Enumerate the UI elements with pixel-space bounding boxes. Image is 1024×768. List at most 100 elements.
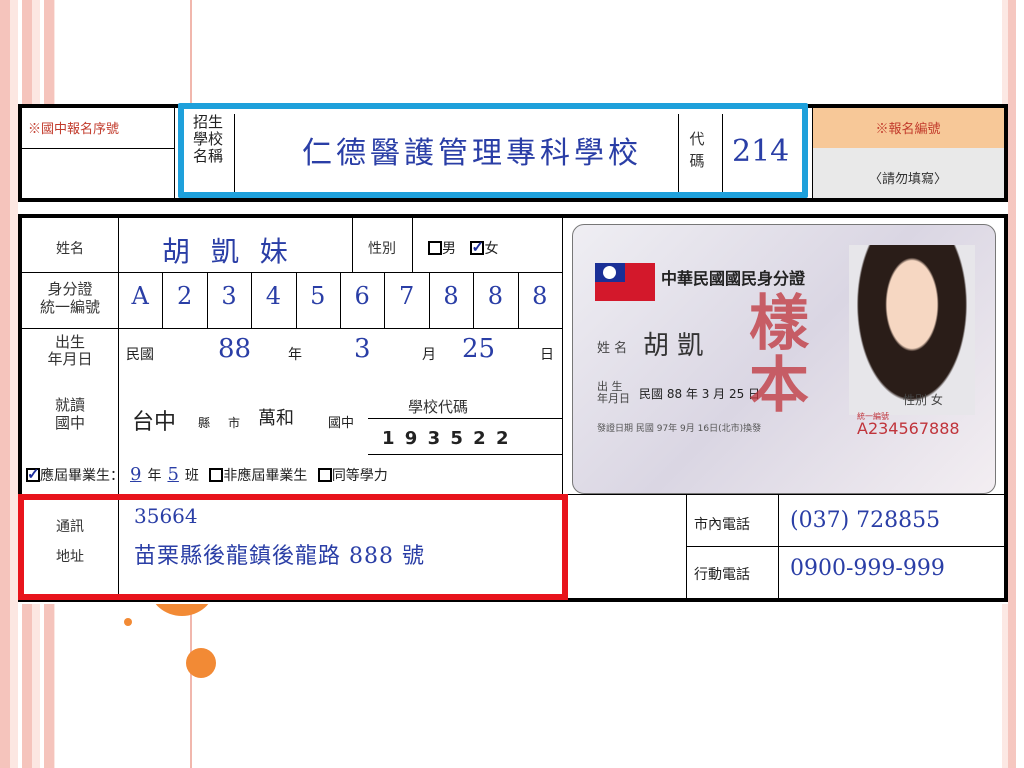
id-digit-cell: 8 (443, 282, 459, 310)
flag-sun (603, 266, 616, 279)
divider (22, 328, 562, 329)
school-code-value: 1 9 3 5 2 2 (382, 428, 511, 449)
jh-seq-label-cell: ※國中報名序號 (22, 108, 174, 148)
graduation-row: 應屆畢業生： 9年5班 非應屆畢業生 同等學力 (26, 464, 388, 485)
birth-month: 3 (354, 334, 371, 364)
school-attend-label: 就讀 國中 (22, 396, 118, 432)
birth-year-unit: 年 (288, 347, 302, 363)
id-digit-divider (517, 272, 519, 328)
divider (368, 454, 562, 455)
grad-current-label: 應屆畢業生： (40, 468, 124, 484)
gender-male-label: 男 (442, 241, 456, 257)
gender-female-checkbox[interactable] (470, 238, 485, 256)
id-digit-cell: 2 (176, 282, 193, 310)
id-digit-divider (251, 272, 253, 328)
sample-stamp: 樣本 (749, 289, 809, 421)
phone-value: (037) 728855 (790, 508, 941, 533)
birth-day: 25 (462, 334, 496, 364)
jh-seq-label: ※國中報名序號 (28, 122, 120, 137)
application-form: ※國中報名序號 招生 學校 名稱 仁德醫護管理專科學校 代 碼 214 ※報名編… (18, 103, 1008, 604)
id-digit-divider (340, 272, 341, 328)
id-card-name-label: 姓 名 (597, 341, 628, 356)
grad-non-current-label: 非應屆畢業生 (223, 468, 308, 484)
birth-year: 88 (218, 334, 252, 364)
grad-class-unit: 班 (184, 468, 199, 484)
id-digit-cell: 8 (487, 282, 504, 310)
grad-equiv-checkbox[interactable] (317, 468, 332, 482)
id-card-gender: 性別 女 (903, 393, 943, 407)
card-birth-line: 年月日 (597, 392, 630, 405)
id-digit-divider (428, 272, 430, 328)
id-label-line: 身分證 (47, 280, 93, 298)
gender-male-checkbox[interactable] (428, 241, 442, 255)
divider (22, 272, 562, 273)
form-body: 姓名 胡 凱 妹 性別 男 女 身分證 統一編號 A234567888 出生 年… (18, 214, 1008, 602)
phone-label: 市內電話 (694, 517, 750, 533)
id-card-birth-label: 出 生 年月日 (597, 381, 630, 405)
divider (174, 108, 175, 198)
slide-orange-dot-small (124, 618, 132, 626)
id-card-number: A234567888 (857, 419, 960, 438)
grad-current-checkbox[interactable] (26, 465, 40, 483)
id-card-title: 中華民國國民身分證 (661, 269, 806, 288)
school-name-highlight (178, 103, 808, 198)
city-unit: 市 (228, 416, 241, 430)
id-digit-divider (162, 272, 164, 328)
id-digit-cell: 5 (310, 282, 326, 310)
id-digit-cell: 6 (354, 282, 370, 310)
grad-year-unit: 年 (147, 468, 162, 484)
divider (412, 218, 413, 272)
taiwan-flag-icon (595, 263, 655, 301)
grad-non-current-checkbox[interactable] (209, 468, 224, 482)
id-digit-divider (206, 272, 208, 328)
grad-class: 5 (167, 464, 179, 485)
id-digit-cell: 7 (398, 282, 415, 310)
id-card-sample: 中華民國國民身分證 姓 名 胡 凱 出 生 年月日 民國 88 年 3 月 25… (572, 224, 996, 494)
flag-canton (595, 263, 625, 282)
id-digit-divider (473, 272, 475, 328)
jh-unit: 國中 (328, 416, 355, 431)
id-digit-cell: 4 (265, 282, 282, 310)
reg-no-label: ※報名編號 (875, 122, 941, 137)
name-value: 胡 凱 妹 (162, 235, 294, 268)
id-label-line: 統一編號 (39, 298, 100, 316)
birth-label: 出生 年月日 (22, 334, 118, 368)
id-card-photo (849, 245, 975, 415)
attend-label-line: 國中 (54, 414, 85, 432)
divider (686, 546, 1004, 547)
id-digit-cell: A (131, 282, 149, 310)
school-code-label: 學校代碼 (408, 398, 469, 416)
birth-day-unit: 日 (540, 347, 554, 363)
id-card-issue: 發證日期 民國 97年 9月 16日(北市)換發 (597, 424, 762, 434)
divider (812, 108, 813, 198)
grad-equiv-label: 同等學力 (331, 468, 388, 484)
school-info-highlight (18, 494, 568, 600)
birth-month-unit: 月 (422, 347, 436, 363)
divider (352, 218, 353, 272)
city-value: 台中 (132, 410, 177, 435)
id-label: 身分證 統一編號 (22, 280, 118, 316)
id-digit-divider (384, 272, 386, 328)
id-digit-divider (295, 272, 297, 328)
divider (22, 148, 174, 149)
mobile-label: 行動電話 (694, 567, 750, 583)
divider (562, 218, 563, 494)
birth-era: 民國 (126, 347, 154, 363)
mobile-value: 0900-999-999 (790, 556, 945, 581)
reg-no-header: ※報名編號 (812, 108, 1004, 148)
slide-orange-dot (186, 648, 216, 678)
gender-label: 性別 (368, 241, 396, 257)
name-label: 姓名 (56, 241, 84, 257)
id-digit-cell: 3 (221, 282, 237, 310)
gender-options: 男 女 (428, 238, 498, 258)
jh-name: 萬和 (258, 408, 294, 429)
birth-label-line: 年月日 (47, 350, 93, 368)
id-card-birth: 民國 88 年 3 月 25 日 (639, 387, 761, 401)
id-card-name: 胡 凱 (643, 331, 704, 361)
grad-year: 9 (130, 464, 142, 485)
gender-female-label: 女 (484, 241, 499, 257)
reg-no-note: 〈請勿填寫〉 (812, 148, 1004, 198)
divider (368, 418, 562, 419)
id-digit-cell: 8 (532, 282, 548, 310)
birth-label-line: 出生 (54, 334, 85, 351)
